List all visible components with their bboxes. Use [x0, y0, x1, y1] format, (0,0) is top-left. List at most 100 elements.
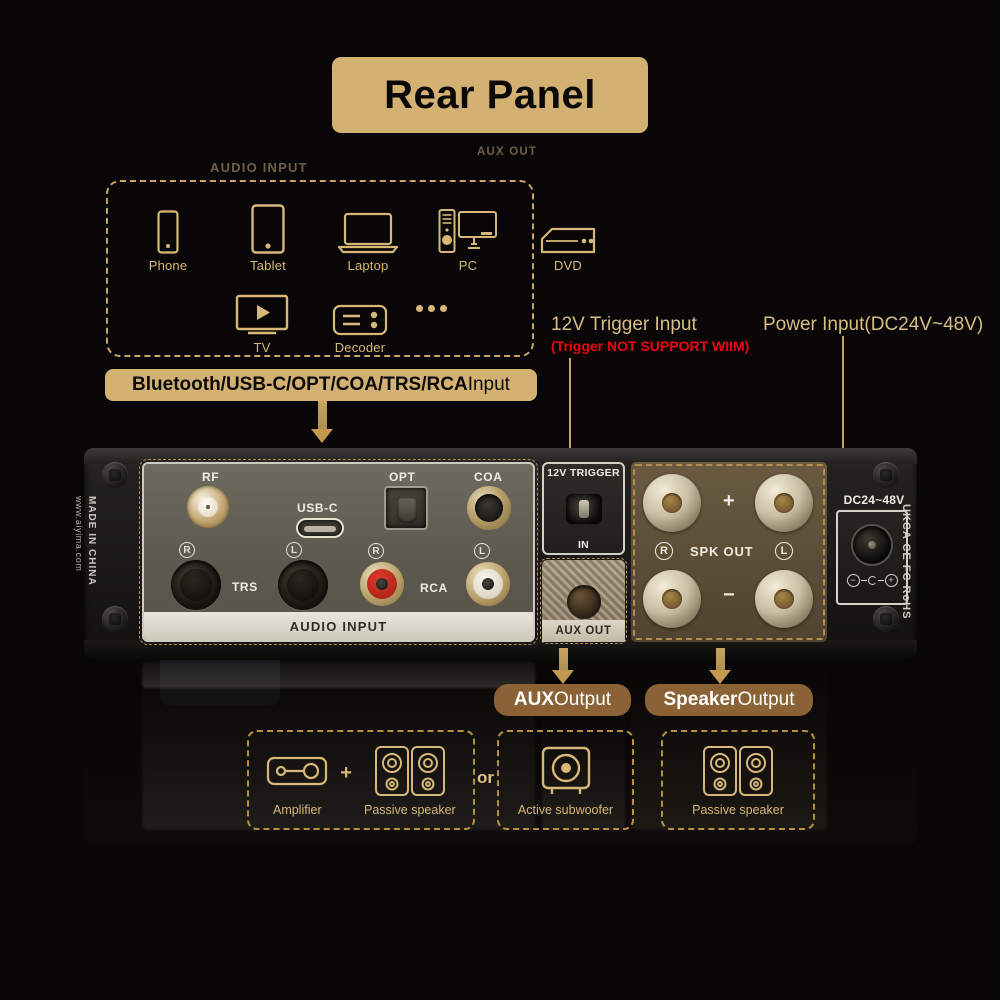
- equipment-amplifier: Amplifier: [266, 744, 328, 817]
- coaxial-input-connector[interactable]: [467, 486, 511, 530]
- chassis-side-branding: MADE IN CHINA www.aiyima.com: [72, 496, 98, 616]
- equipment-passive-speaker: Passive speaker: [692, 744, 784, 817]
- source-device-dvd: DVD: [526, 198, 610, 273]
- reflection-audio-input-text: AUDIO INPUT: [210, 160, 308, 175]
- rca-right-connector[interactable]: [360, 562, 404, 606]
- reflection-aux-out-text: AUX OUT: [477, 146, 538, 158]
- trs-right-jack[interactable]: [171, 560, 221, 610]
- speaker-out-label: SPK OUT: [690, 544, 754, 559]
- source-device-label: Phone: [148, 258, 188, 273]
- aux-output-pill: AUX Output: [494, 684, 631, 716]
- speaker-output-arrow-icon: [709, 648, 731, 684]
- equipment-label: Passive speaker: [363, 802, 456, 817]
- speaker-minus-symbol: −: [723, 584, 735, 606]
- rear-panel-infographic: Rear Panel Phone Tablet Laptop PC DVD TV…: [0, 0, 1000, 1000]
- certification-marks-label: UKCA CE FC RoHS: [900, 504, 912, 620]
- speaker-terminal-left-positive[interactable]: [755, 474, 813, 532]
- power-input-label: Power Input(DC24V~48V): [763, 314, 984, 335]
- speaker-terminal-left-negative[interactable]: [755, 570, 813, 628]
- rca-left-badge: L: [474, 543, 490, 559]
- dc-power-section: − +: [836, 510, 908, 605]
- subwoofer-icon: [539, 744, 593, 798]
- source-device-decoder: Decoder: [318, 280, 402, 355]
- optical-toslink-port[interactable]: [384, 486, 428, 530]
- coa-label: COA: [474, 470, 503, 484]
- trs-right-badge: R: [179, 542, 195, 558]
- decoder-icon: [332, 280, 388, 336]
- speaker-terminal-right-negative[interactable]: [643, 570, 701, 628]
- dc-polarity-icon: − +: [846, 574, 898, 587]
- equipment-or-divider: or: [477, 768, 494, 787]
- made-in-china-text: MADE IN CHINA: [86, 496, 97, 586]
- trigger-direction-label: IN: [577, 539, 590, 551]
- trs-left-jack[interactable]: [278, 560, 328, 610]
- page-title-banner: Rear Panel: [332, 57, 648, 133]
- aux-output-footer: AUX OUT: [542, 620, 625, 642]
- source-device-label: DVD: [553, 258, 583, 273]
- speaker-right-badge: R: [655, 542, 673, 560]
- aux-output-arrow-icon: [552, 648, 574, 684]
- source-device-pc: PC: [426, 198, 510, 273]
- equipment-plus-symbol: +: [340, 761, 352, 784]
- aux-output-footer-label: AUX OUT: [555, 625, 612, 637]
- dc-power-jack[interactable]: [853, 526, 891, 564]
- speaker-output-bold: Speaker: [663, 689, 738, 710]
- trigger-input-label: 12V Trigger Input: [551, 314, 697, 335]
- equipment-group-passive-speaker: Passive speaker: [661, 730, 815, 830]
- source-device-laptop: Laptop: [326, 198, 410, 273]
- opt-label: OPT: [389, 470, 416, 484]
- source-device-label: TV: [253, 340, 271, 355]
- speaker-plus-symbol: +: [723, 490, 735, 512]
- equipment-active-subwoofer: Active subwoofer: [518, 744, 613, 817]
- rca-right-badge: R: [368, 543, 384, 559]
- equipment-label: Amplifier: [272, 802, 322, 817]
- aux-output-bold: AUX: [513, 689, 555, 710]
- aux-output-jack[interactable]: [566, 585, 601, 619]
- source-device-label: Tablet: [250, 258, 286, 273]
- usbc-label: USB-C: [297, 501, 338, 515]
- trigger-jack[interactable]: [565, 494, 602, 524]
- equipment-group-amplifier-speakers: Amplifier + Passive speaker: [247, 730, 475, 830]
- equipment-label: Passive speaker: [692, 802, 784, 817]
- chassis-screw: [873, 606, 899, 632]
- tablet-icon: [251, 198, 285, 254]
- trigger-input-section: 12V TRIGGER IN: [542, 462, 625, 555]
- audio-input-section: RF USB-C OPT COA R TRS L R RCA L AUDIO I…: [139, 459, 538, 645]
- equipment-passive-speaker: Passive speaker: [364, 744, 456, 817]
- phone-icon: [157, 198, 179, 254]
- website-text: www.aiyima.com: [74, 496, 84, 572]
- source-device-tv: TV: [220, 280, 304, 355]
- amplifier-icon: [266, 744, 328, 798]
- speaker-output-light: Output: [737, 689, 795, 710]
- rca-label: RCA: [420, 581, 448, 595]
- rca-left-connector[interactable]: [466, 562, 510, 606]
- audio-input-footer-label: AUDIO INPUT: [289, 618, 388, 634]
- dvd-player-icon: [540, 198, 596, 254]
- equipment-group-subwoofer: Active subwoofer: [497, 730, 634, 830]
- speaker-output-section: + − R SPK OUT L: [631, 462, 827, 642]
- input-types-bold: Bluetooth/USB-C/OPT/COA/TRS/RCA: [132, 374, 468, 395]
- ellipsis-icon: [416, 280, 447, 336]
- speaker-left-badge: L: [775, 542, 793, 560]
- chassis-screw: [102, 606, 128, 632]
- usb-c-port[interactable]: [296, 518, 344, 538]
- amplifier-rear-panel: MADE IN CHINA www.aiyima.com RF USB-C OP…: [74, 448, 917, 660]
- source-device-label: PC: [458, 258, 478, 273]
- input-types-pill: Bluetooth/USB-C/OPT/COA/TRS/RCA Input: [105, 369, 537, 401]
- page-title: Rear Panel: [384, 72, 596, 117]
- chassis-screw: [102, 462, 128, 488]
- input-types-light: Input: [467, 374, 510, 395]
- source-device-label: Laptop: [347, 258, 389, 273]
- source-devices-row-2: TV Decoder: [220, 280, 447, 355]
- speaker-terminal-right-positive[interactable]: [643, 474, 701, 532]
- aux-output-light: Output: [554, 689, 612, 710]
- aux-output-section: AUX OUT: [540, 558, 627, 644]
- source-device-phone: Phone: [126, 198, 210, 273]
- speaker-output-pill: Speaker Output: [645, 684, 813, 716]
- trigger-warning-label: (Trigger NOT SUPPORT WIIM): [551, 338, 750, 354]
- rf-antenna-connector[interactable]: [187, 486, 229, 528]
- input-arrow-icon: [311, 401, 333, 443]
- trs-label: TRS: [232, 580, 258, 594]
- source-device-label: Decoder: [334, 340, 386, 355]
- chassis-screw: [873, 462, 899, 488]
